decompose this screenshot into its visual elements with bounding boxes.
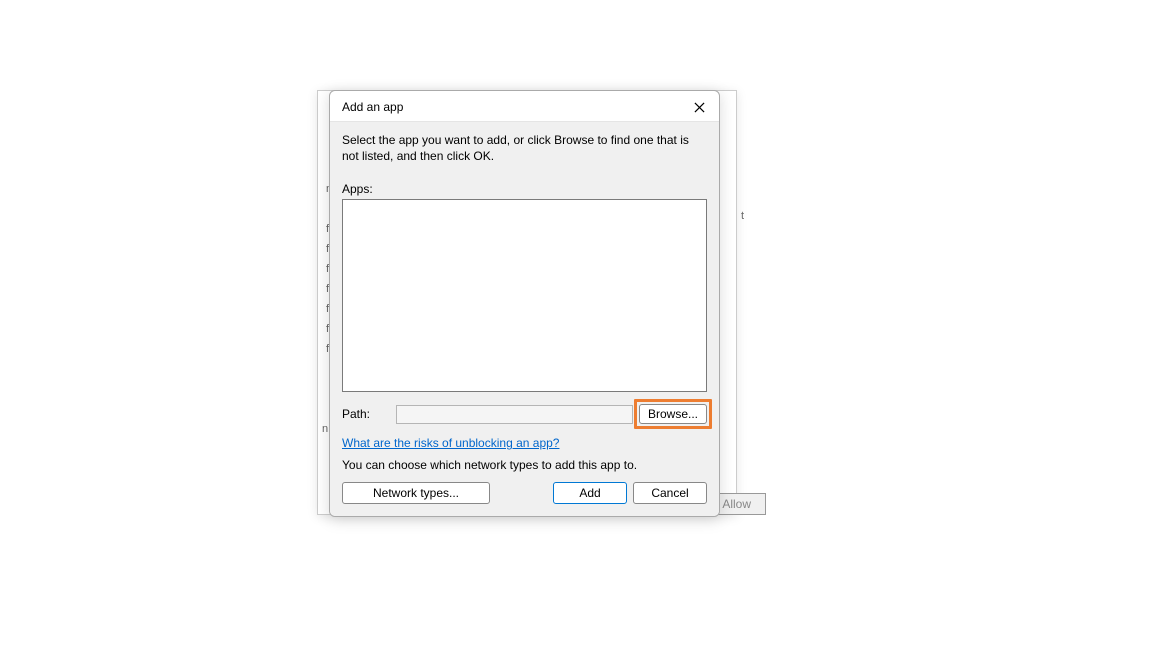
button-row: Network types... Add Cancel — [342, 482, 707, 504]
add-app-dialog: Add an app Select the app you want to ad… — [329, 90, 720, 517]
close-icon — [694, 102, 705, 113]
apps-label: Apps: — [342, 182, 707, 196]
dialog-title: Add an app — [342, 100, 403, 114]
dialog-titlebar: Add an app — [330, 91, 719, 122]
instruction-text: Select the app you want to add, or click… — [342, 132, 707, 164]
path-label: Path: — [342, 407, 390, 421]
risks-link[interactable]: What are the risks of unblocking an app? — [342, 436, 559, 450]
network-types-button[interactable]: Network types... — [342, 482, 490, 504]
bg-text-fragment: t — [741, 206, 744, 226]
path-input[interactable] — [396, 405, 633, 424]
dialog-content: Select the app you want to add, or click… — [330, 122, 719, 516]
browse-button[interactable]: Browse... — [639, 404, 707, 424]
cancel-button[interactable]: Cancel — [633, 482, 707, 504]
apps-listbox[interactable] — [342, 199, 707, 392]
close-button[interactable] — [691, 99, 707, 115]
network-types-description: You can choose which network types to ad… — [342, 458, 707, 472]
bg-text-fragment: n — [322, 419, 328, 439]
add-button[interactable]: Add — [553, 482, 627, 504]
path-row: Path: Browse... — [342, 404, 707, 424]
